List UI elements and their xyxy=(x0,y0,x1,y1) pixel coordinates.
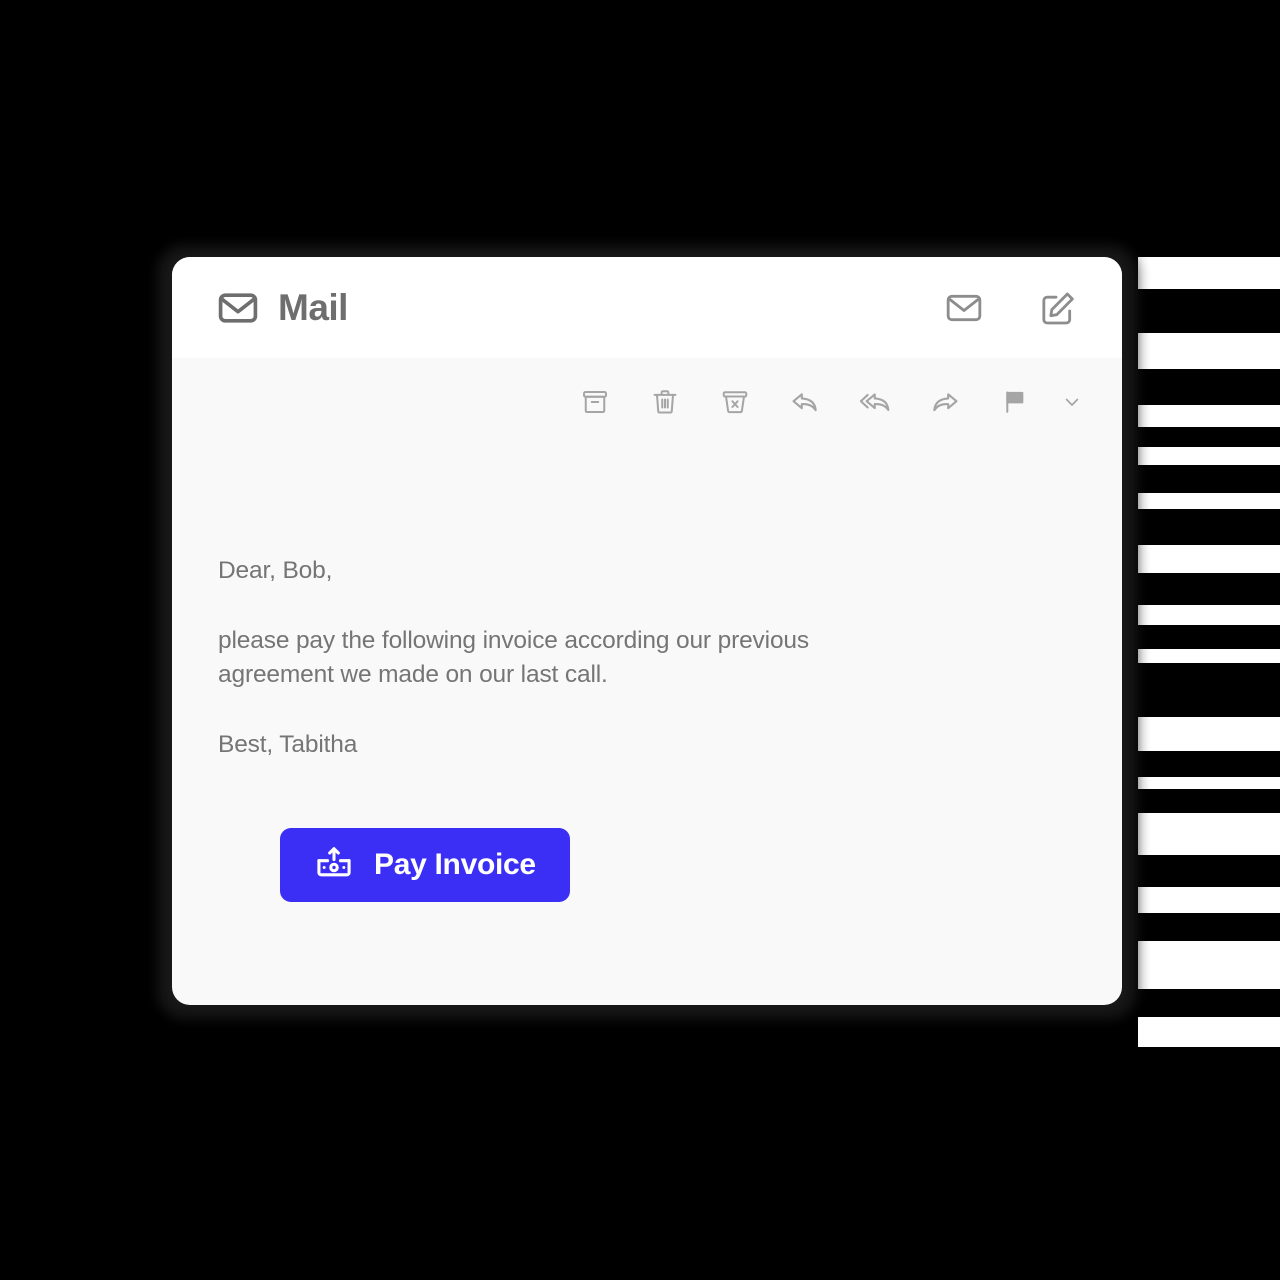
stripe-10 xyxy=(1138,813,1280,855)
stripe-4 xyxy=(1138,493,1280,509)
message-text: please pay the following invoice accordi… xyxy=(218,627,809,688)
stripe-0 xyxy=(1138,257,1280,289)
stripe-11 xyxy=(1138,887,1280,913)
page-title: Mail xyxy=(278,287,348,328)
delete-button[interactable] xyxy=(630,374,700,430)
stripe-6 xyxy=(1138,605,1280,625)
screen: Mail Dear, Bob, please pay the following… xyxy=(0,0,1280,1280)
message-signoff: Best, Tabitha xyxy=(218,731,358,758)
more-button[interactable] xyxy=(1050,374,1094,430)
pay-invoice-button[interactable]: Pay Invoice xyxy=(280,828,570,902)
message-body: Dear, Bob, please pay the following invo… xyxy=(172,554,1122,902)
window-header: Mail xyxy=(172,257,1122,358)
envelope-icon xyxy=(216,286,260,330)
stripe-13 xyxy=(1138,1017,1280,1047)
stripe-1 xyxy=(1138,333,1280,369)
stripe-2 xyxy=(1138,405,1280,427)
compose-icon[interactable] xyxy=(1038,288,1078,328)
message-greeting: Dear, Bob, xyxy=(218,557,333,584)
stripe-7 xyxy=(1138,649,1280,663)
render-artifact-stripes xyxy=(1138,257,1280,1047)
stripe-9 xyxy=(1138,777,1280,789)
app-brand: Mail xyxy=(216,286,348,330)
archive-button[interactable] xyxy=(560,374,630,430)
stripe-8 xyxy=(1138,717,1280,751)
stripe-5 xyxy=(1138,545,1280,573)
stripe-3 xyxy=(1138,447,1280,465)
mail-window: Mail Dear, Bob, please pay the following… xyxy=(172,257,1122,1005)
money-send-up-arrow-icon xyxy=(314,845,354,885)
header-actions xyxy=(944,288,1078,328)
stripe-12 xyxy=(1138,941,1280,989)
reply-all-button[interactable] xyxy=(840,374,910,430)
reply-button[interactable] xyxy=(770,374,840,430)
inbox-mail-icon[interactable] xyxy=(944,288,984,328)
junk-button[interactable] xyxy=(700,374,770,430)
message-toolbar xyxy=(172,358,1122,446)
forward-button[interactable] xyxy=(910,374,980,430)
pay-invoice-label: Pay Invoice xyxy=(374,848,536,881)
flag-button[interactable] xyxy=(980,374,1050,430)
